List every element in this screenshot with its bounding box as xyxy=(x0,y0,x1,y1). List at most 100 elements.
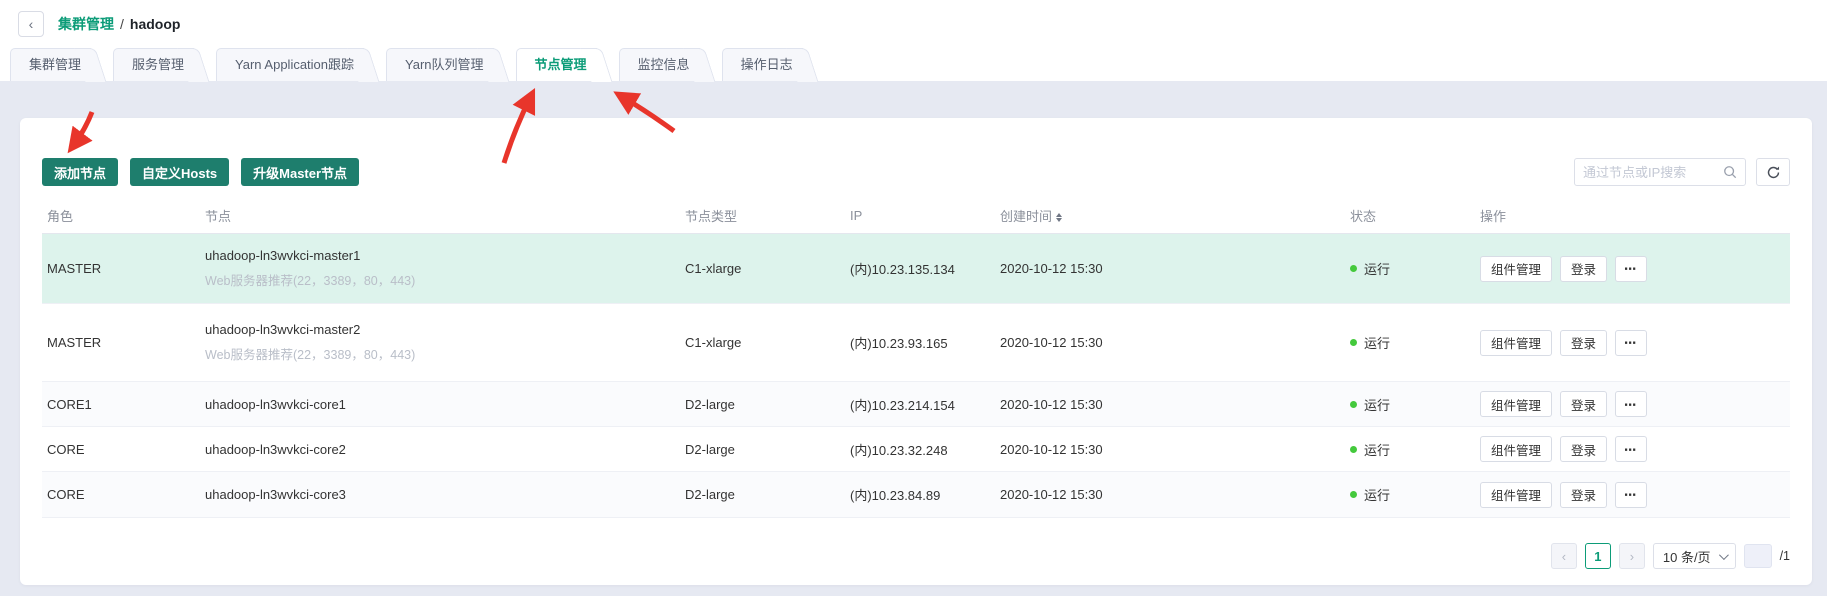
login-button[interactable]: 登录 xyxy=(1560,330,1607,356)
login-button[interactable]: 登录 xyxy=(1560,256,1607,282)
current-page-button[interactable]: 1 xyxy=(1585,543,1611,569)
role-label: CORE1 xyxy=(42,397,200,412)
created-time: 2020-10-12 15:30 xyxy=(995,397,1345,412)
status-label: 运行 xyxy=(1364,259,1390,278)
table-row[interactable]: CORE1 uhadoop-ln3wvkci-core1 D2-large (内… xyxy=(42,382,1790,427)
status-label: 运行 xyxy=(1364,440,1390,459)
status-badge: 运行 xyxy=(1345,333,1475,352)
upgrade-master-button[interactable]: 升级Master节点 xyxy=(241,158,359,186)
table-header: 角色 节点 节点类型 IP 创建时间 状态 操作 xyxy=(42,198,1790,234)
more-actions-button[interactable]: ⋯ xyxy=(1615,436,1647,462)
search-input[interactable] xyxy=(1583,165,1723,180)
node-ip: (内)10.23.32.248 xyxy=(845,440,995,459)
node-name: uhadoop-ln3wvkci-master2 xyxy=(205,322,680,337)
table-row[interactable]: MASTER uhadoop-ln3wvkci-master1 Web服务器推荐… xyxy=(42,234,1790,304)
node-ip: (内)10.23.84.89 xyxy=(845,485,995,504)
more-actions-button[interactable]: ⋯ xyxy=(1615,391,1647,417)
status-label: 运行 xyxy=(1364,333,1390,352)
more-actions-button[interactable]: ⋯ xyxy=(1615,330,1647,356)
col-node-type: 节点类型 xyxy=(680,206,845,225)
custom-hosts-button[interactable]: 自定义Hosts xyxy=(130,158,229,186)
component-manage-button[interactable]: 组件管理 xyxy=(1480,256,1552,282)
table-row[interactable]: CORE uhadoop-ln3wvkci-core2 D2-large (内)… xyxy=(42,427,1790,472)
total-pages-label: /1 xyxy=(1780,549,1790,563)
toolbar: 添加节点 自定义Hosts 升级Master节点 xyxy=(42,118,1790,186)
node-table: 角色 节点 节点类型 IP 创建时间 状态 操作 MASTER uhadoop-… xyxy=(42,198,1790,518)
status-label: 运行 xyxy=(1364,485,1390,504)
breadcrumb-separator: / xyxy=(120,16,124,32)
refresh-icon xyxy=(1766,165,1781,180)
page-size-select[interactable]: 10 条/页 xyxy=(1653,543,1736,569)
status-dot-icon xyxy=(1350,339,1357,346)
tab-cluster-management[interactable]: 集群管理 xyxy=(10,48,91,81)
chevron-left-icon: ‹ xyxy=(29,16,34,32)
pagination: ‹ 1 › 10 条/页 /1 xyxy=(1551,543,1790,569)
created-time: 2020-10-12 15:30 xyxy=(995,442,1345,457)
node-name: uhadoop-ln3wvkci-master1 xyxy=(205,248,680,263)
status-dot-icon xyxy=(1350,401,1357,408)
component-manage-button[interactable]: 组件管理 xyxy=(1480,330,1552,356)
status-dot-icon xyxy=(1350,265,1357,272)
next-page-button[interactable]: › xyxy=(1619,543,1645,569)
sort-icon[interactable] xyxy=(1056,213,1062,222)
node-ip: (内)10.23.135.134 xyxy=(845,259,995,278)
refresh-button[interactable] xyxy=(1756,158,1790,186)
tab-yarn-queue[interactable]: Yarn队列管理 xyxy=(386,48,494,81)
role-label: MASTER xyxy=(42,261,200,276)
col-ip: IP xyxy=(845,208,995,223)
node-type: D2-large xyxy=(680,397,845,412)
node-note: Web服务器推荐(22，3389，80，443) xyxy=(205,270,680,289)
tab-bar: 集群管理 服务管理 Yarn Application跟踪 Yarn队列管理 节点… xyxy=(0,48,1827,81)
chevron-down-icon xyxy=(1719,550,1729,560)
component-manage-button[interactable]: 组件管理 xyxy=(1480,391,1552,417)
back-button[interactable]: ‹ xyxy=(18,11,44,37)
status-dot-icon xyxy=(1350,446,1357,453)
created-time: 2020-10-12 15:30 xyxy=(995,487,1345,502)
page-jump-input[interactable] xyxy=(1744,544,1772,568)
tab-operation-log[interactable]: 操作日志 xyxy=(722,48,803,81)
tab-yarn-application[interactable]: Yarn Application跟踪 xyxy=(216,48,364,81)
tab-node-management[interactable]: 节点管理 xyxy=(516,48,597,81)
tab-monitoring[interactable]: 监控信息 xyxy=(619,48,700,81)
more-actions-button[interactable]: ⋯ xyxy=(1615,256,1647,282)
component-manage-button[interactable]: 组件管理 xyxy=(1480,436,1552,462)
login-button[interactable]: 登录 xyxy=(1560,436,1607,462)
node-name: uhadoop-ln3wvkci-core1 xyxy=(205,397,680,412)
add-node-button[interactable]: 添加节点 xyxy=(42,158,118,186)
table-row[interactable]: MASTER uhadoop-ln3wvkci-master2 Web服务器推荐… xyxy=(42,304,1790,382)
tab-service-management[interactable]: 服务管理 xyxy=(113,48,194,81)
status-badge: 运行 xyxy=(1345,395,1475,414)
status-badge: 运行 xyxy=(1345,259,1475,278)
node-name: uhadoop-ln3wvkci-core3 xyxy=(205,487,680,502)
col-status: 状态 xyxy=(1345,206,1475,225)
prev-page-button[interactable]: ‹ xyxy=(1551,543,1577,569)
role-label: CORE xyxy=(42,487,200,502)
node-type: C1-xlarge xyxy=(680,335,845,350)
breadcrumb-bar: ‹ 集群管理 / hadoop xyxy=(0,0,1827,48)
node-type: D2-large xyxy=(680,442,845,457)
created-time: 2020-10-12 15:30 xyxy=(995,261,1345,276)
node-type: C1-xlarge xyxy=(680,261,845,276)
search-icon[interactable] xyxy=(1723,165,1737,179)
login-button[interactable]: 登录 xyxy=(1560,482,1607,508)
status-badge: 运行 xyxy=(1345,485,1475,504)
status-label: 运行 xyxy=(1364,395,1390,414)
node-ip: (内)10.23.93.165 xyxy=(845,333,995,352)
content-area: 添加节点 自定义Hosts 升级Master节点 角色 xyxy=(0,81,1827,596)
table-row[interactable]: CORE uhadoop-ln3wvkci-core3 D2-large (内)… xyxy=(42,472,1790,518)
node-note: Web服务器推荐(22，3389，80，443) xyxy=(205,344,680,363)
role-label: MASTER xyxy=(42,335,200,350)
breadcrumb-current-cluster: hadoop xyxy=(130,16,181,32)
col-node: 节点 xyxy=(200,206,680,225)
search-box xyxy=(1574,158,1746,186)
col-actions: 操作 xyxy=(1475,206,1790,225)
more-actions-button[interactable]: ⋯ xyxy=(1615,482,1647,508)
breadcrumb-cluster-management[interactable]: 集群管理 xyxy=(58,14,114,34)
created-time: 2020-10-12 15:30 xyxy=(995,335,1345,350)
table-body: MASTER uhadoop-ln3wvkci-master1 Web服务器推荐… xyxy=(42,234,1790,518)
node-name: uhadoop-ln3wvkci-core2 xyxy=(205,442,680,457)
login-button[interactable]: 登录 xyxy=(1560,391,1607,417)
role-label: CORE xyxy=(42,442,200,457)
component-manage-button[interactable]: 组件管理 xyxy=(1480,482,1552,508)
breadcrumb: 集群管理 / hadoop xyxy=(58,14,180,34)
